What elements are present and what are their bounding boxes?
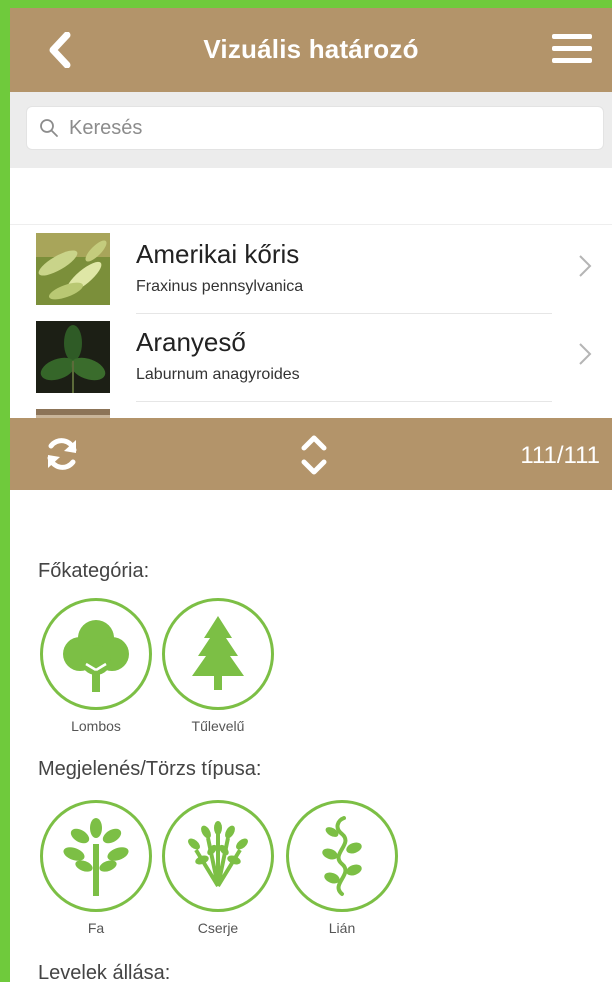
filter-label: Tűlevelű bbox=[191, 718, 245, 734]
section-title-appearance: Megjelenés/Törzs típusa: bbox=[38, 758, 262, 780]
search-area bbox=[10, 92, 612, 168]
filter-label: Lombos bbox=[71, 718, 121, 734]
filter-circle bbox=[40, 800, 152, 912]
conifer-tree-icon bbox=[192, 616, 244, 690]
chevron-right-icon bbox=[579, 255, 592, 277]
list-item-texts: Aranyeső Laburnum anagyroides bbox=[136, 327, 552, 402]
section-title-leaf-arrangement: Levelek állása: bbox=[38, 962, 171, 982]
species-latin-name: Laburnum anagyroides bbox=[136, 366, 300, 383]
species-thumbnail bbox=[36, 321, 110, 393]
list-item-texts: Amerikai kőris Fraxinus pennsylvanica bbox=[136, 239, 552, 314]
filter-option-lombos[interactable]: Lombos bbox=[38, 598, 154, 734]
hamburger-line bbox=[552, 46, 592, 51]
hamburger-icon bbox=[552, 34, 592, 39]
species-latin-name: Fraxinus pennsylvanica bbox=[136, 278, 304, 295]
tree-icon bbox=[63, 818, 129, 896]
filter-circle bbox=[286, 800, 398, 912]
species-list: Amerikai kőris Fraxinus pennsylvanica Ar… bbox=[10, 224, 612, 421]
search-icon bbox=[40, 119, 58, 137]
refresh-icon[interactable] bbox=[42, 434, 82, 474]
filter-option-cserje[interactable]: Cserje bbox=[160, 800, 276, 936]
species-thumbnail bbox=[36, 233, 110, 305]
search-box[interactable] bbox=[26, 106, 604, 150]
results-toolbar: 111/111 bbox=[10, 418, 612, 490]
page-title: Vizuális határozó bbox=[203, 34, 419, 64]
deciduous-tree-icon bbox=[63, 620, 129, 692]
result-count: 111/111 bbox=[520, 442, 600, 469]
filter-option-tulevelu[interactable]: Tűlevelű bbox=[160, 598, 276, 734]
vine-icon bbox=[322, 816, 362, 896]
shrub-icon bbox=[188, 821, 248, 888]
filter-label: Lián bbox=[328, 920, 356, 936]
top-app-bar: Vizuális határozó bbox=[10, 8, 612, 92]
filter-circle bbox=[162, 598, 274, 710]
search-input[interactable] bbox=[67, 115, 571, 141]
list-item[interactable]: Aranyeső Laburnum anagyroides bbox=[10, 313, 612, 402]
filter-option-fa[interactable]: Fa bbox=[38, 800, 154, 936]
filter-label: Cserje bbox=[197, 920, 239, 936]
chevron-right-icon bbox=[579, 343, 592, 365]
filter-circle bbox=[40, 598, 152, 710]
section-title-main-category: Főkategória: bbox=[38, 560, 150, 582]
menu-button[interactable] bbox=[552, 34, 592, 66]
filter-circle bbox=[162, 800, 274, 912]
filter-panel: Főkategória: Lombos Tűlevelű Megjelenés/… bbox=[10, 490, 612, 982]
expand-collapse-icon[interactable] bbox=[296, 430, 332, 480]
hamburger-line bbox=[552, 58, 592, 63]
filter-label: Fa bbox=[87, 920, 105, 936]
species-name: Amerikai kőris bbox=[136, 239, 300, 269]
list-item[interactable]: Amerikai kőris Fraxinus pennsylvanica bbox=[10, 225, 612, 314]
species-name: Aranyeső bbox=[136, 327, 246, 357]
filter-option-lian[interactable]: Lián bbox=[284, 800, 400, 936]
app-frame: Vizuális határozó Amerikai kőris bbox=[10, 8, 612, 982]
